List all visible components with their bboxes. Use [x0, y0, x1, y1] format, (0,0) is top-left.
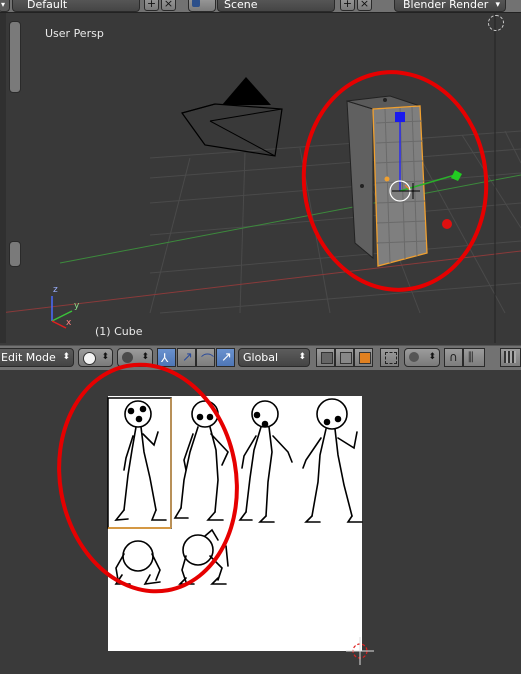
snap-toggle-button[interactable]: ∩	[444, 348, 463, 367]
add-scene-button[interactable]: +	[340, 0, 355, 11]
editor-type-menu[interactable]: ▾	[0, 0, 10, 12]
z-axis-label: z	[53, 285, 58, 295]
cube-object[interactable]	[346, 95, 428, 267]
solid-sphere-icon	[83, 352, 96, 365]
2d-cursor-icon	[346, 637, 374, 665]
tool-shelf-scrollbar-lower[interactable]	[9, 241, 21, 267]
pivot-point-selector[interactable]: ⬍	[117, 348, 153, 367]
limit-selection-button[interactable]	[380, 348, 399, 367]
tool-shelf-edge	[0, 13, 6, 343]
vertex-select-button[interactable]	[316, 348, 335, 367]
3d-viewport[interactable]: z y x User Persp (1) Cube	[0, 13, 521, 343]
proportional-icon	[409, 352, 419, 362]
scale-arrow-icon: ↗	[221, 350, 232, 365]
y-handle-icon[interactable]	[451, 170, 462, 181]
stick-figure-2	[173, 400, 229, 521]
stick-figure-3	[238, 400, 293, 523]
x-axis-label: x	[66, 318, 72, 328]
scene-browse-button[interactable]	[188, 0, 216, 12]
stick-figure-1	[114, 400, 167, 521]
remove-layout-button[interactable]: ×	[161, 0, 176, 11]
x-handle-icon[interactable]	[442, 219, 452, 229]
chevron-down-icon: ▾	[495, 0, 500, 10]
face-select-button[interactable]	[354, 348, 373, 367]
face-cube-icon	[359, 352, 371, 364]
snap-element-button[interactable]: ⫼	[463, 348, 485, 367]
viewport-scene	[0, 13, 521, 343]
layout-name: Default	[27, 0, 68, 11]
stick-figure-5	[114, 540, 161, 586]
arrow-icon: ↗	[182, 350, 193, 365]
y-axis-line	[59, 174, 521, 264]
camera-object[interactable]	[181, 77, 283, 157]
pivot-icon	[122, 352, 133, 363]
mode-label: Edit Mode	[1, 351, 56, 364]
mode-selector[interactable]: Edit Mode ⬍	[0, 348, 74, 367]
viewport-header: Edit Mode ⬍ ⬍ ⬍ ⅄ ↗ ⌒ ↗ Global ⬍ ⬍ ∩ ⫼	[0, 345, 521, 371]
proportional-edit-selector[interactable]: ⬍	[404, 348, 440, 367]
viewport-shading-selector[interactable]: ⬍	[78, 348, 113, 367]
info-header: ▾ Default + × Scene + × Blender Render ▾	[0, 0, 521, 13]
scale-manipulator-button[interactable]: ↗	[216, 348, 235, 367]
chevron-updown-icon: ⬍	[141, 352, 149, 362]
manipulator-icon: ⅄	[161, 351, 169, 365]
render-engine-selector[interactable]: Blender Render ▾	[394, 0, 506, 12]
arc-icon: ⌒	[201, 354, 215, 369]
add-layout-button[interactable]: +	[144, 0, 159, 11]
y-axis-label: y	[74, 301, 80, 311]
tool-shelf-scrollbar[interactable]	[9, 21, 21, 93]
view-name-label: User Persp	[45, 27, 104, 40]
manipulator-toggle-button[interactable]: ⅄	[157, 348, 176, 367]
chevron-updown-icon: ⬍	[62, 352, 70, 362]
render-engine-label: Blender Render	[403, 0, 489, 11]
floor-grid	[149, 130, 521, 314]
chevron-updown-icon: ⬍	[428, 352, 436, 362]
layout-selector[interactable]: Default	[12, 0, 140, 12]
grid-icon-button[interactable]	[500, 348, 521, 367]
vertex-cube-icon	[321, 352, 333, 364]
remove-scene-button[interactable]: ×	[357, 0, 372, 11]
uv-image-editor[interactable]	[0, 370, 521, 674]
occlude-icon	[385, 352, 397, 364]
scene-selector[interactable]: Scene	[217, 0, 335, 12]
edge-cube-icon	[340, 352, 352, 364]
scene-icon	[192, 0, 200, 7]
chevron-updown-icon: ⬍	[101, 352, 109, 362]
edge-select-button[interactable]	[335, 348, 354, 367]
sprite-sheet-drawing	[107, 397, 374, 665]
stick-figure-4	[302, 398, 363, 523]
chevron-down-icon: ▾	[1, 0, 6, 9]
object-name-label: (1) Cube	[95, 325, 143, 338]
chevron-updown-icon: ⬍	[298, 352, 306, 362]
stick-figure-6	[178, 528, 229, 585]
z-handle-icon[interactable]	[395, 112, 405, 122]
snap-increment-icon: ⫼	[468, 350, 474, 364]
grid-icon	[504, 351, 516, 363]
orientation-label: Global	[243, 351, 279, 364]
transform-orientation-selector[interactable]: Global ⬍	[238, 348, 310, 367]
magnet-icon: ∩	[449, 350, 458, 364]
scene-name: Scene	[224, 0, 258, 11]
rotate-manipulator-button[interactable]: ⌒	[196, 348, 215, 369]
3d-cursor-icon	[488, 15, 504, 31]
translate-manipulator-button[interactable]: ↗	[177, 348, 196, 367]
